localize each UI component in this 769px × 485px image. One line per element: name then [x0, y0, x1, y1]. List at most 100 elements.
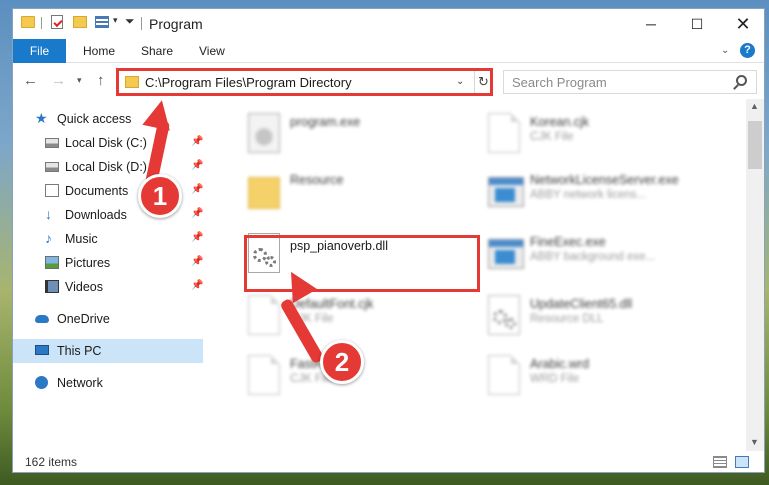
film-icon: [45, 280, 59, 293]
file-name: DefaultFont.cjk: [290, 297, 374, 311]
exe-icon: [488, 239, 524, 269]
computer-icon: [35, 345, 49, 355]
step-badge-1: 1: [138, 174, 182, 218]
page-icon: [248, 295, 280, 335]
document-icon: [45, 184, 59, 197]
new-folder-icon[interactable]: [73, 16, 87, 28]
cloud-icon: [35, 315, 49, 323]
sidebar-item-quick-access[interactable]: ★ Quick access: [13, 107, 203, 131]
setup-icon: [248, 113, 280, 153]
pin-icon[interactable]: 📌: [191, 160, 203, 171]
file-item[interactable]: FineExec.exe ABBY background exe...: [478, 229, 718, 279]
search-input[interactable]: Search Program: [503, 70, 757, 94]
back-arrow-icon[interactable]: ←: [23, 72, 38, 89]
navigation-pane: ★ Quick access Local Disk (C:) 📌 Local D…: [13, 99, 208, 451]
file-type: CJK File: [530, 131, 574, 143]
sidebar-item-label: Music: [65, 232, 98, 246]
page-icon: [488, 113, 520, 153]
file-item[interactable]: DefaultFont.cjk CJK File: [238, 291, 478, 341]
drive-icon: [45, 138, 59, 148]
vertical-scrollbar[interactable]: ▲ ▼: [746, 99, 764, 451]
sidebar-item-label: Local Disk (C:): [65, 136, 147, 150]
file-item[interactable]: UpdateClient65.dll Resource DLL: [478, 291, 718, 341]
sidebar-item-music[interactable]: ♪ Music 📌: [13, 227, 203, 251]
ribbon-tabs: File Home Share View ⌄ ?: [13, 39, 764, 63]
file-name: Resource: [290, 173, 344, 187]
search-icon[interactable]: [736, 75, 747, 86]
sidebar-item-onedrive[interactable]: OneDrive: [13, 307, 203, 331]
sidebar-item-label: Pictures: [65, 256, 111, 270]
file-type: WRD File: [530, 373, 580, 385]
expand-ribbon-icon[interactable]: ⌄: [721, 45, 729, 56]
pin-icon[interactable]: 📌: [191, 232, 203, 243]
tab-view[interactable]: View: [189, 39, 235, 63]
up-arrow-icon[interactable]: ↑: [97, 72, 105, 89]
star-icon: ★: [35, 110, 48, 126]
sidebar-item-label: Documents: [65, 184, 129, 198]
file-name: program.exe: [290, 115, 361, 129]
pin-icon[interactable]: 📌: [191, 184, 203, 195]
scroll-down-icon[interactable]: ▼: [750, 437, 759, 447]
file-item[interactable]: Korean.cjk CJK File: [478, 109, 718, 159]
recent-locations-icon[interactable]: ▾: [77, 75, 82, 86]
drive-icon: [45, 162, 59, 172]
download-arrow-icon: ↓: [45, 206, 52, 222]
sidebar-item-local-disk-d[interactable]: Local Disk (D:) 📌: [13, 155, 203, 179]
file-name: Korean.cjk: [530, 115, 590, 129]
network-icon: [35, 376, 48, 389]
file-type: ABBY background exe...: [530, 251, 656, 263]
tab-file[interactable]: File: [13, 39, 66, 63]
file-item[interactable]: Resource: [238, 167, 478, 217]
address-highlight-box: [116, 68, 493, 96]
file-item[interactable]: NetworkLicenseServer.exe ABBY network li…: [478, 167, 718, 217]
pin-icon[interactable]: 📌: [191, 136, 203, 147]
dll-highlight-box: [244, 235, 480, 292]
caret-down-icon[interactable]: ▾: [113, 15, 118, 26]
item-count: 162 items: [25, 455, 78, 469]
sidebar-item-pictures[interactable]: Pictures 📌: [13, 251, 203, 275]
status-bar: 162 items: [13, 451, 764, 472]
sidebar-item-label: OneDrive: [57, 312, 110, 326]
music-note-icon: ♪: [45, 230, 52, 246]
folder-icon: [248, 177, 280, 209]
gears-icon: [488, 295, 520, 335]
tab-share[interactable]: Share: [131, 39, 183, 63]
file-type: ABBY network licens...: [530, 189, 647, 201]
address-row: ← → ▾ ↑ C:\Program Files\Program Directo…: [13, 64, 764, 98]
sidebar-item-label: Local Disk (D:): [65, 160, 147, 174]
pin-icon[interactable]: 📌: [191, 280, 203, 291]
title-bar: ▾ ⏷ Program ─ ☐ ✕: [13, 9, 764, 39]
exe-icon: [488, 177, 524, 207]
annotation-arrowhead-1: [142, 97, 176, 131]
sidebar-item-videos[interactable]: Videos 📌: [13, 275, 203, 299]
file-item[interactable]: Arabic.wrd WRD File: [478, 351, 718, 401]
search-placeholder: Search Program: [512, 75, 607, 90]
tab-home[interactable]: Home: [73, 39, 125, 63]
page-icon: [488, 355, 520, 395]
close-button[interactable]: ✕: [720, 9, 764, 39]
help-icon[interactable]: ?: [740, 43, 755, 58]
window-title: Program: [149, 16, 203, 32]
scroll-up-icon[interactable]: ▲: [750, 101, 759, 111]
step-badge-2: 2: [320, 340, 364, 384]
pin-icon[interactable]: 📌: [191, 208, 203, 219]
maximize-button[interactable]: ☐: [674, 9, 720, 39]
properties-icon[interactable]: [51, 15, 63, 29]
minimize-button[interactable]: ─: [628, 9, 674, 39]
large-icons-view-icon[interactable]: [735, 456, 749, 468]
view-icon[interactable]: [95, 16, 109, 28]
sidebar-item-local-disk-c[interactable]: Local Disk (C:) 📌: [13, 131, 203, 155]
file-item[interactable]: program.exe: [238, 109, 478, 159]
sidebar-item-this-pc[interactable]: This PC: [13, 339, 203, 363]
folder-icon: [21, 16, 35, 28]
file-name: UpdateClient65.dll: [530, 297, 633, 311]
sidebar-item-network[interactable]: Network: [13, 371, 203, 395]
page-icon: [248, 355, 280, 395]
pin-icon[interactable]: 📌: [191, 256, 203, 267]
scroll-thumb[interactable]: [748, 121, 762, 169]
title-divider: [141, 17, 142, 30]
sidebar-item-label: This PC: [57, 344, 102, 358]
forward-arrow-icon[interactable]: →: [51, 72, 66, 89]
details-view-icon[interactable]: [713, 456, 727, 468]
customize-toolbar-icon[interactable]: ⏷: [125, 14, 135, 29]
